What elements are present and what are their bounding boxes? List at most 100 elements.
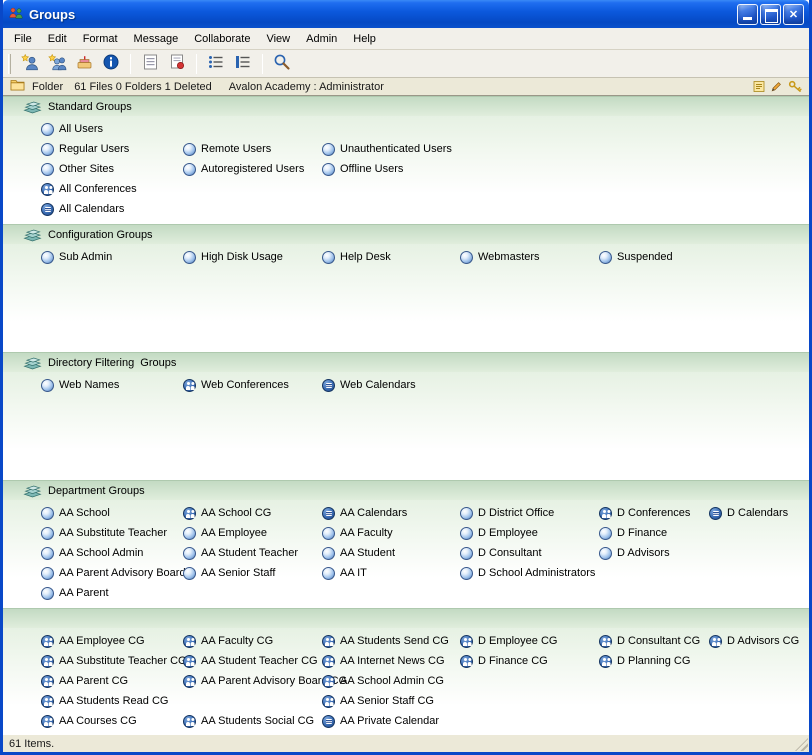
group-item[interactable]: Web Names [41, 375, 183, 395]
group-item[interactable]: D Consultant CG [599, 631, 709, 651]
group-item[interactable]: AA Student [322, 543, 460, 563]
group-item[interactable]: AA Courses CG [41, 711, 183, 731]
group-item[interactable]: Sub Admin [41, 247, 183, 267]
group-item[interactable]: AA Student Teacher CG [183, 651, 322, 671]
group-item[interactable]: D Advisors [599, 543, 709, 563]
group-item[interactable]: D District Office [460, 503, 599, 523]
section-title: Configuration Groups [48, 229, 153, 241]
menu-bar: FileEditFormatMessageCollaborateViewAdmi… [3, 28, 809, 50]
menu-format[interactable]: Format [75, 30, 126, 48]
list-view-button[interactable] [203, 52, 229, 76]
section-untitled: AA Employee CGAA Faculty CGAA Students S… [3, 608, 809, 734]
group-item[interactable]: AA School Admin CG [322, 671, 460, 691]
group-item-label: AA Student Teacher [201, 547, 298, 559]
group-icon [322, 143, 335, 156]
pencil-icon[interactable] [770, 80, 783, 93]
group-item[interactable]: D Employee [460, 523, 599, 543]
menu-help[interactable]: Help [345, 30, 384, 48]
note-icon[interactable] [753, 80, 765, 93]
group-item[interactable]: Other Sites [41, 159, 183, 179]
group-item[interactable]: AA Private Calendar [322, 711, 460, 731]
close-button[interactable] [783, 4, 804, 25]
maximize-button[interactable] [760, 4, 781, 25]
group-item[interactable]: AA School [41, 503, 183, 523]
group-item[interactable]: AA Senior Staff CG [322, 691, 460, 711]
group-item[interactable]: Help Desk [322, 247, 460, 267]
toolbar-grip[interactable] [8, 54, 11, 74]
form-button[interactable] [137, 52, 163, 76]
group-item[interactable]: D Consultant [460, 543, 599, 563]
section-header [3, 608, 809, 628]
group-item[interactable]: D Calendars [709, 503, 809, 523]
group-item[interactable]: D Employee CG [460, 631, 599, 651]
group-item[interactable]: Remote Users [183, 139, 322, 159]
group-item[interactable]: AA Parent Advisory Board [41, 563, 183, 583]
group-item[interactable]: D Conferences [599, 503, 709, 523]
group-item[interactable]: Web Calendars [322, 375, 460, 395]
group-item[interactable]: Autoregistered Users [183, 159, 322, 179]
menu-view[interactable]: View [258, 30, 298, 48]
conference-icon [183, 379, 196, 392]
group-item[interactable]: AA Students Social CG [183, 711, 322, 731]
title-bar[interactable]: Groups [3, 0, 809, 28]
group-item-label: AA School Admin CG [340, 675, 444, 687]
minimize-button[interactable] [737, 4, 758, 25]
group-item[interactable]: Offline Users [322, 159, 460, 179]
group-item[interactable]: D Advisors CG [709, 631, 809, 651]
stacked-books-icon [23, 484, 42, 498]
group-item[interactable]: All Conferences [41, 179, 183, 199]
new-user-button[interactable] [17, 52, 43, 76]
group-item[interactable]: All Calendars [41, 199, 183, 219]
menu-edit[interactable]: Edit [40, 30, 75, 48]
group-item[interactable]: Regular Users [41, 139, 183, 159]
group-item[interactable]: D Finance CG [460, 651, 599, 671]
detail-view-button[interactable] [230, 52, 256, 76]
group-item[interactable]: AA Students Read CG [41, 691, 183, 711]
group-item[interactable]: AA Calendars [322, 503, 460, 523]
group-item[interactable]: Suspended [599, 247, 709, 267]
search-icon [273, 53, 291, 74]
group-item[interactable]: AA Faculty [322, 523, 460, 543]
menu-file[interactable]: File [6, 30, 40, 48]
resize-grip[interactable] [795, 738, 808, 751]
group-item-label: Unauthenticated Users [340, 143, 452, 155]
group-item[interactable]: AA IT [322, 563, 460, 583]
approve-button[interactable] [164, 52, 190, 76]
search-button[interactable] [269, 52, 295, 76]
group-item[interactable]: AA Employee [183, 523, 322, 543]
group-item[interactable]: AA School CG [183, 503, 322, 523]
group-item[interactable]: AA Substitute Teacher [41, 523, 183, 543]
group-item[interactable]: AA Senior Staff [183, 563, 322, 583]
group-item[interactable]: AA Parent Advisory Board CG [183, 671, 322, 691]
group-item[interactable]: AA Substitute Teacher CG [41, 651, 183, 671]
menu-collaborate[interactable]: Collaborate [186, 30, 258, 48]
group-item[interactable]: AA Parent CG [41, 671, 183, 691]
group-item[interactable]: Webmasters [460, 247, 599, 267]
group-item[interactable]: AA Student Teacher [183, 543, 322, 563]
group-icon [322, 251, 335, 264]
info-button[interactable] [98, 52, 124, 76]
menu-admin[interactable]: Admin [298, 30, 345, 48]
group-item[interactable]: All Users [41, 119, 183, 139]
key-icon[interactable] [788, 80, 802, 93]
group-item[interactable]: AA School Admin [41, 543, 183, 563]
group-icon [183, 567, 196, 580]
group-item[interactable]: AA Faculty CG [183, 631, 322, 651]
group-item[interactable]: AA Parent [41, 583, 183, 603]
group-item[interactable]: D Planning CG [599, 651, 709, 671]
new-group-button[interactable] [44, 52, 70, 76]
group-item-label: AA Substitute Teacher [59, 527, 167, 539]
calendar-icon [41, 203, 54, 216]
group-item[interactable]: Unauthenticated Users [322, 139, 460, 159]
group-item[interactable]: D School Administrators [460, 563, 599, 583]
group-item[interactable]: AA Internet News CG [322, 651, 460, 671]
group-item[interactable]: High Disk Usage [183, 247, 322, 267]
group-item[interactable]: Web Conferences [183, 375, 322, 395]
group-icon [460, 527, 473, 540]
new-conference-button[interactable] [71, 52, 97, 76]
menu-message[interactable]: Message [126, 30, 187, 48]
group-item[interactable]: AA Employee CG [41, 631, 183, 651]
group-item[interactable]: AA Students Send CG [322, 631, 460, 651]
group-item[interactable]: D Finance [599, 523, 709, 543]
group-item-label: All Conferences [59, 183, 137, 195]
